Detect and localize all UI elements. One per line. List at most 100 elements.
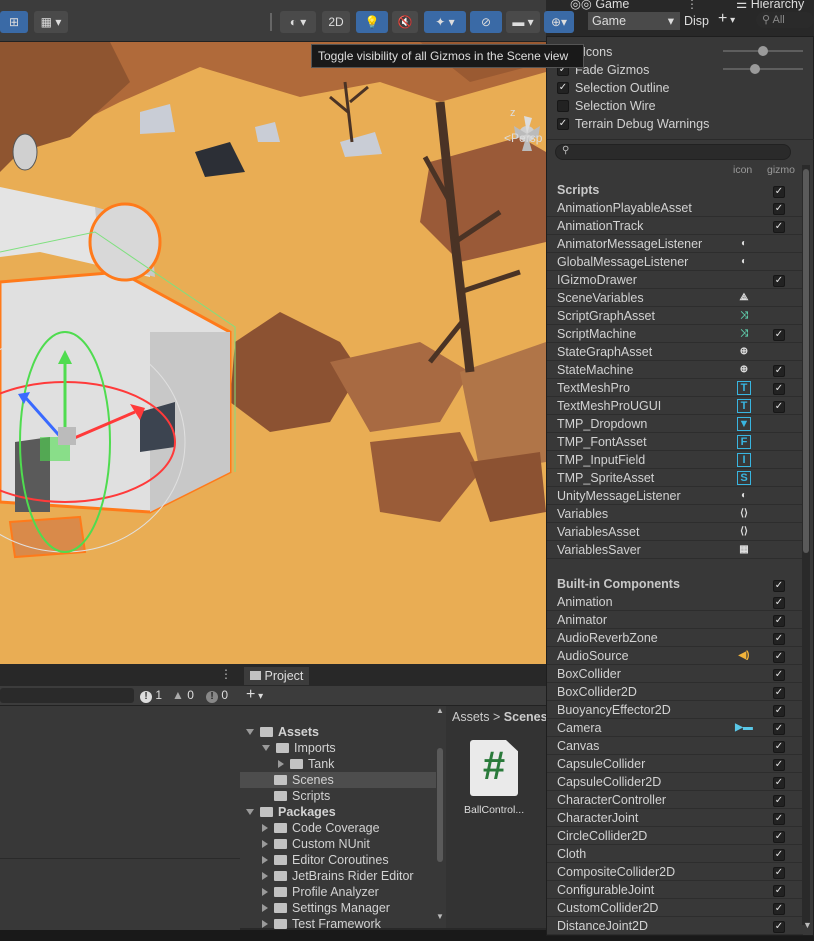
gizmo-checkbox[interactable]: ✓ <box>773 918 785 933</box>
component-row[interactable]: TMP_InputField I <box>547 451 803 469</box>
gizmo-checkbox[interactable]: ✓ <box>773 900 785 915</box>
gizmo-checkbox[interactable]: ✓ <box>773 200 785 215</box>
gizmos-toggle-button[interactable]: ⊕▾ <box>544 11 574 33</box>
breadcrumb-assets[interactable]: Assets <box>452 710 490 724</box>
gizmo-checkbox[interactable]: ✓ <box>773 666 785 681</box>
collapse-arrow-icon[interactable] <box>262 856 268 864</box>
component-row[interactable]: CapsuleCollider2D ✓ <box>547 773 803 791</box>
checkbox[interactable]: ✓ <box>773 203 785 215</box>
checkbox[interactable]: ✓ <box>773 849 785 861</box>
component-row[interactable]: DistanceJoint2D ✓ <box>547 917 803 935</box>
component-row[interactable]: GlobalMessageListener ◐ <box>547 253 803 271</box>
component-row[interactable]: ConfigurableJoint ✓ <box>547 881 803 899</box>
checkbox[interactable]: ✓ <box>773 579 785 592</box>
component-row[interactable]: StateMachine ⊕ ✓ <box>547 361 803 379</box>
component-row[interactable]: Cloth ✓ <box>547 845 803 863</box>
component-row[interactable]: CharacterJoint ✓ <box>547 809 803 827</box>
gizmo-checkbox[interactable]: ✓ <box>773 577 785 592</box>
shading-mode-button[interactable]: ◐ ▾ <box>280 11 316 33</box>
gizmo-checkbox[interactable]: ✓ <box>773 362 785 377</box>
tree-item-packages[interactable]: Packages <box>246 804 336 820</box>
tab-hierarchy[interactable]: ☰ Hierarchy <box>736 0 804 11</box>
tree-item-tank[interactable]: Tank <box>278 756 334 772</box>
fade-slider[interactable] <box>723 64 803 74</box>
component-row[interactable]: AnimatorMessageListener ◐ <box>547 235 803 253</box>
checkbox[interactable]: ✓ <box>773 903 785 915</box>
checkbox[interactable]: ✓ <box>557 82 569 94</box>
tree-item-scenes[interactable]: Scenes <box>240 772 436 788</box>
component-row[interactable]: TMP_Dropdown ▼ <box>547 415 803 433</box>
checkbox[interactable]: ✓ <box>773 365 785 377</box>
console-tab-menu[interactable]: ⋮ <box>220 667 232 681</box>
warning-count-toggle[interactable]: ▲ 0 <box>172 688 194 702</box>
tab-project[interactable]: Project <box>244 667 310 685</box>
gizmo-checkbox[interactable]: ✓ <box>773 648 785 663</box>
component-row[interactable]: CapsuleCollider ✓ <box>547 755 803 773</box>
collapse-arrow-icon[interactable] <box>262 920 268 928</box>
component-row[interactable]: Camera ▶▬ ✓ <box>547 719 803 737</box>
component-row[interactable]: Animator ✓ <box>547 611 803 629</box>
component-row[interactable]: VariablesAsset ⟨⟩ <box>547 523 803 541</box>
component-row[interactable]: CharacterController ✓ <box>547 791 803 809</box>
component-row[interactable]: TextMeshPro T ✓ <box>547 379 803 397</box>
collapse-arrow-icon[interactable] <box>262 904 268 912</box>
component-row[interactable]: TextMeshProUGUI T ✓ <box>547 397 803 415</box>
tree-item-imports[interactable]: Imports <box>262 740 336 756</box>
checkbox[interactable]: ✓ <box>773 867 785 879</box>
csharp-script-icon[interactable]: # <box>470 740 518 796</box>
component-row[interactable]: AnimationPlayableAsset ✓ <box>547 199 803 217</box>
slider-knob[interactable] <box>758 46 768 56</box>
gizmo-checkbox[interactable]: ✓ <box>773 630 785 645</box>
checkbox[interactable]: ✓ <box>773 813 785 825</box>
checkbox[interactable]: ✓ <box>773 885 785 897</box>
tree-item-profile-analyzer[interactable]: Profile Analyzer <box>262 884 379 900</box>
checkbox[interactable]: ✓ <box>773 759 785 771</box>
component-row[interactable]: ScriptMachine ⤨ ✓ <box>547 325 803 343</box>
camera-settings-button[interactable]: ▬ ▾ <box>506 11 540 33</box>
tree-item-assets[interactable]: Assets <box>246 724 319 740</box>
collapse-arrow-icon[interactable] <box>262 872 268 880</box>
gizmo-checkbox[interactable]: ✓ <box>773 774 785 789</box>
collapse-arrow-icon[interactable] <box>262 824 268 832</box>
component-row[interactable]: CompositeCollider2D ✓ <box>547 863 803 881</box>
checkbox[interactable]: ✓ <box>773 615 785 627</box>
slider-knob[interactable] <box>750 64 760 74</box>
component-search-input[interactable]: ⚲ <box>555 144 791 160</box>
gizmo-checkbox[interactable]: ✓ <box>773 183 785 198</box>
tree-item-scripts[interactable]: Scripts <box>262 788 330 804</box>
checkbox[interactable]: ✓ <box>773 651 785 663</box>
tree-item-custom-nunit[interactable]: Custom NUnit <box>262 836 370 852</box>
gizmo-checkbox[interactable]: ✓ <box>773 702 785 717</box>
component-row[interactable]: ScriptGraphAsset ⤨ <box>547 307 803 325</box>
component-row[interactable]: TMP_SpriteAsset S <box>547 469 803 487</box>
gizmo-checkbox[interactable]: ✓ <box>773 864 785 879</box>
tree-scrollbar-thumb[interactable] <box>437 748 443 862</box>
component-row[interactable]: CircleCollider2D ✓ <box>547 827 803 845</box>
component-row[interactable]: Animation ✓ <box>547 593 803 611</box>
checkbox[interactable]: ✓ <box>773 705 785 717</box>
tool-handle-button[interactable]: ⊞ <box>0 11 28 33</box>
audio-toggle-button[interactable]: 🔇 <box>392 11 418 33</box>
checkbox[interactable]: ✓ <box>773 221 785 233</box>
expand-arrow-icon[interactable] <box>246 729 254 735</box>
hidden-objects-button[interactable]: ⊘ <box>470 11 502 33</box>
gizmo-checkbox[interactable]: ✓ <box>773 882 785 897</box>
project-add-button[interactable]: + ▾ <box>246 686 263 704</box>
component-row[interactable]: Canvas ✓ <box>547 737 803 755</box>
checkbox[interactable]: ✓ <box>773 633 785 645</box>
checkbox[interactable]: ✓ <box>773 831 785 843</box>
component-row[interactable]: AudioReverbZone ✓ <box>547 629 803 647</box>
tree-item-editor-coroutines[interactable]: Editor Coroutines <box>262 852 389 868</box>
checkbox[interactable]: ✓ <box>773 687 785 699</box>
component-row[interactable]: VariablesSaver ▦ <box>547 541 803 559</box>
error-count-toggle[interactable]: ! 1 <box>140 688 162 703</box>
collapse-arrow-icon[interactable] <box>262 888 268 896</box>
component-row[interactable]: BoxCollider2D ✓ <box>547 683 803 701</box>
gizmo-option-row[interactable]: ✓ Selection Outline <box>557 79 670 97</box>
checkbox[interactable]: ✓ <box>773 329 785 341</box>
info-count-toggle[interactable]: ! 0 <box>206 688 228 703</box>
component-row[interactable]: UnityMessageListener ◐ <box>547 487 803 505</box>
gizmo-checkbox[interactable]: ✓ <box>773 594 785 609</box>
scene-orientation-gizmo[interactable]: z <box>502 104 546 156</box>
checkbox[interactable]: ✓ <box>773 723 785 735</box>
